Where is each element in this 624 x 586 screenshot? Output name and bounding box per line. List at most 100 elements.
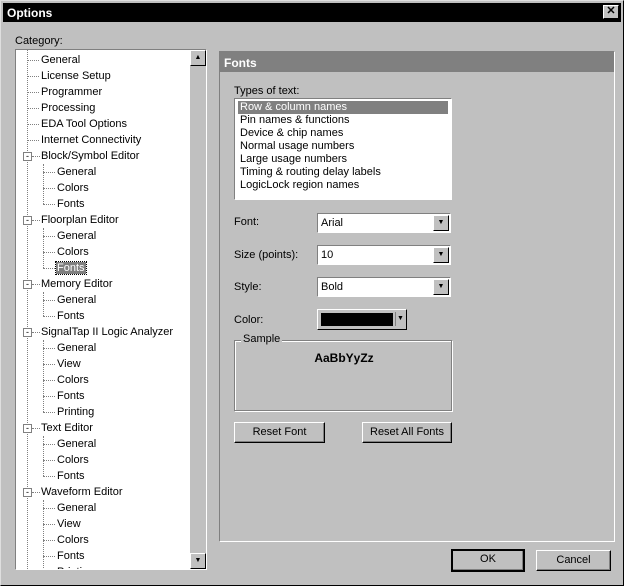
tree-line xyxy=(32,220,40,221)
text-type-item[interactable]: Normal usage numbers xyxy=(238,140,356,153)
tree-item[interactable]: Colors xyxy=(56,532,90,548)
tree-item[interactable]: EDA Tool Options xyxy=(40,116,128,132)
tree-line xyxy=(27,60,39,61)
tree-line xyxy=(43,444,55,445)
collapse-icon[interactable]: - xyxy=(23,488,32,497)
category-tree[interactable]: General License Setup Programmer Processing… xyxy=(15,49,207,570)
tree-item[interactable]: Fonts xyxy=(56,196,86,212)
tree-item-label: Colors xyxy=(57,534,89,546)
size-label: Size (points): xyxy=(234,249,299,261)
tree-line xyxy=(43,300,55,301)
font-dropdown-button[interactable]: ▼ xyxy=(433,215,449,231)
tree-item-label: Floorplan Editor xyxy=(41,214,119,226)
tree-item[interactable]: Floorplan Editor xyxy=(40,212,120,228)
tree-item[interactable]: Programmer xyxy=(40,84,103,100)
tree-scrollbar[interactable]: ▲ ▼ xyxy=(190,50,206,569)
tree-item[interactable]: Internet Connectivity xyxy=(40,132,142,148)
tree-line xyxy=(43,500,44,569)
arrow-down-icon: ▼ xyxy=(194,557,202,564)
tree-line xyxy=(43,556,55,557)
text-type-item[interactable]: Timing & routing delay labels xyxy=(238,166,383,179)
chevron-down-icon: ▼ xyxy=(437,251,445,258)
tree-item[interactable]: Text Editor xyxy=(40,420,94,436)
tree-item[interactable]: Fonts xyxy=(55,260,87,276)
tree-item-label: EDA Tool Options xyxy=(41,118,128,130)
tree-line xyxy=(32,332,40,333)
tree-item[interactable]: Printing xyxy=(56,564,95,569)
tree-item[interactable]: General xyxy=(56,436,97,452)
tree-item[interactable]: Processing xyxy=(40,100,96,116)
tree-line xyxy=(43,188,55,189)
tree-item-label: General xyxy=(57,342,97,354)
options-dialog: Options ✕ Category: General License Setup… xyxy=(0,0,624,586)
close-icon: ✕ xyxy=(606,5,616,17)
color-swatch xyxy=(321,313,393,326)
text-type-item[interactable]: LogicLock region names xyxy=(238,179,361,192)
tree-item[interactable]: General xyxy=(56,292,97,308)
size-combo[interactable]: 10 ▼ xyxy=(317,245,451,265)
reset-font-button[interactable]: Reset Font xyxy=(234,422,325,443)
tree-item[interactable]: General xyxy=(56,228,97,244)
tree-item[interactable]: Block/Symbol Editor xyxy=(40,148,140,164)
tree-item-label: Fonts xyxy=(57,198,85,210)
style-dropdown-button[interactable]: ▼ xyxy=(433,279,449,295)
tree-item-label: Fonts xyxy=(57,550,85,562)
style-combo[interactable]: Bold ▼ xyxy=(317,277,451,297)
text-type-item[interactable]: Large usage numbers xyxy=(238,153,349,166)
title-bar: Options ✕ xyxy=(3,3,621,22)
tree-item[interactable]: Colors xyxy=(56,244,90,260)
tree-item[interactable]: View xyxy=(56,516,82,532)
tree-item[interactable]: Fonts xyxy=(56,468,86,484)
style-label: Style: xyxy=(234,281,262,293)
size-dropdown-button[interactable]: ▼ xyxy=(433,247,449,263)
text-type-item[interactable]: Pin names & functions xyxy=(238,114,351,127)
tree-item[interactable]: Fonts xyxy=(56,548,86,564)
tree-item[interactable]: Printing xyxy=(56,404,95,420)
cancel-button[interactable]: Cancel xyxy=(536,550,611,571)
tree-item[interactable]: SignalTap II Logic Analyzer xyxy=(40,324,174,340)
text-type-item[interactable]: Row & column names xyxy=(238,101,448,114)
tree-item[interactable]: General xyxy=(56,500,97,516)
tree-line xyxy=(27,140,39,141)
tree-item-label: Fonts xyxy=(57,310,85,322)
collapse-icon[interactable]: - xyxy=(23,280,32,289)
scroll-down-button[interactable]: ▼ xyxy=(190,553,206,569)
close-button[interactable]: ✕ xyxy=(603,5,619,19)
tree-item-label: Programmer xyxy=(41,86,103,98)
collapse-icon[interactable]: - xyxy=(23,328,32,337)
font-combo[interactable]: Arial ▼ xyxy=(317,213,451,233)
sample-label: Sample xyxy=(241,333,283,345)
collapse-icon[interactable]: - xyxy=(23,424,32,433)
tree-item[interactable]: Fonts xyxy=(56,308,86,324)
tree-item-label: General xyxy=(57,230,97,242)
tree-item[interactable]: General xyxy=(56,164,97,180)
tree-item[interactable]: License Setup xyxy=(40,68,112,84)
sample-group: Sample AaBbYyZz xyxy=(234,333,452,411)
tree-line xyxy=(27,124,39,125)
color-picker-button[interactable]: ▼ xyxy=(317,309,407,330)
tree-item[interactable]: Fonts xyxy=(56,388,86,404)
collapse-icon[interactable]: - xyxy=(23,216,32,225)
tree-item[interactable]: Colors xyxy=(56,452,90,468)
tree-item[interactable]: Colors xyxy=(56,372,90,388)
tree-item-label: License Setup xyxy=(41,70,111,82)
ok-button[interactable]: OK xyxy=(451,549,525,572)
reset-all-fonts-button[interactable]: Reset All Fonts xyxy=(362,422,452,443)
tree-line xyxy=(27,76,39,77)
tree-line xyxy=(43,508,55,509)
tree-line xyxy=(32,284,40,285)
types-of-text-list[interactable]: Row & column names Pin names & functions D… xyxy=(234,98,452,200)
text-type-item[interactable]: Device & chip names xyxy=(238,127,345,140)
tree-line xyxy=(43,340,44,412)
tree-item[interactable]: General xyxy=(40,52,81,68)
scroll-up-button[interactable]: ▲ xyxy=(190,50,206,66)
arrow-up-icon: ▲ xyxy=(194,54,202,61)
window-title: Options xyxy=(7,6,53,20)
tree-item[interactable]: General xyxy=(56,340,97,356)
tree-item[interactable]: Waveform Editor xyxy=(40,484,124,500)
tree-line xyxy=(43,348,55,349)
collapse-icon[interactable]: - xyxy=(23,152,32,161)
tree-item[interactable]: Colors xyxy=(56,180,90,196)
tree-item[interactable]: Memory Editor xyxy=(40,276,114,292)
tree-item[interactable]: View xyxy=(56,356,82,372)
